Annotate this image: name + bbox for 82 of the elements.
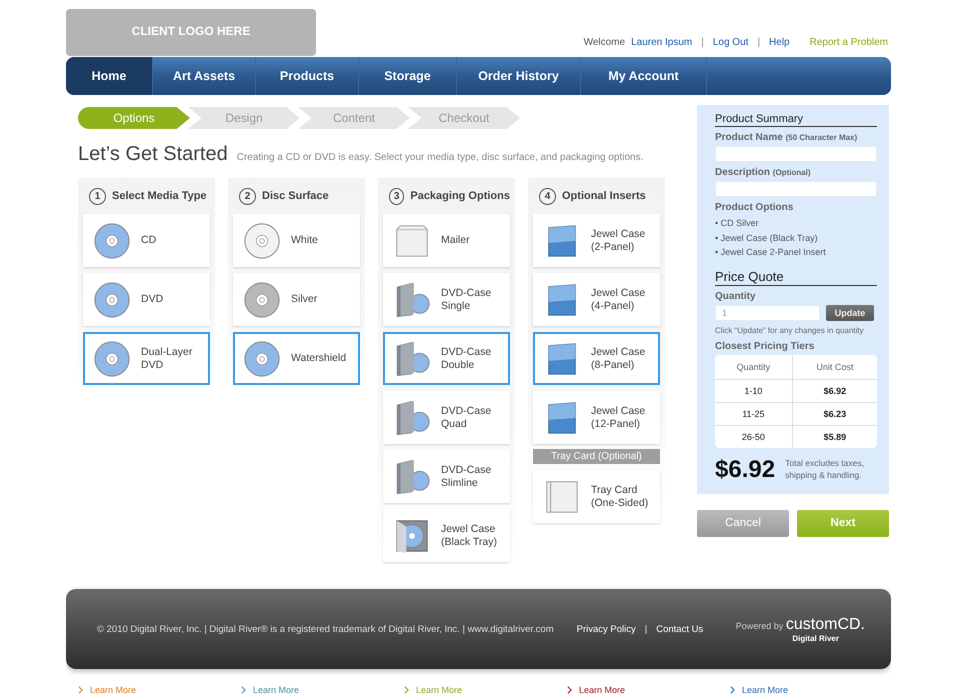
option-card[interactable]: Jewel Case (2-Panel) xyxy=(533,214,660,267)
table-cell: 11-25 xyxy=(715,402,792,425)
update-button[interactable]: Update xyxy=(826,304,874,320)
option-card[interactable]: Mailer xyxy=(383,214,510,267)
description-field[interactable] xyxy=(715,181,877,197)
field-label: Quantity xyxy=(715,290,757,302)
copyright-text: © 2010 Digital River, Inc. | Digital River® is a registered trademark of Digital River, Inc. | www.digitalriver.com xyxy=(97,624,554,634)
field-label: Product Name xyxy=(715,132,783,143)
product-name-field[interactable] xyxy=(715,146,877,162)
privacy-link[interactable]: Privacy Policy xyxy=(576,624,636,634)
field-hint: (Optional) xyxy=(772,168,811,177)
update-note: Click “Update” for any changes in quantity xyxy=(715,326,865,334)
help-link[interactable]: Help xyxy=(769,37,790,48)
brand-logo: customCD. xyxy=(786,616,865,632)
table-cell: 26-50 xyxy=(715,425,792,448)
column-heading: Optional Inserts xyxy=(562,190,646,202)
separator-text: | xyxy=(757,37,760,48)
nav-tab[interactable]: Art Assets xyxy=(153,57,256,95)
option-card[interactable]: CD xyxy=(83,214,210,267)
option-card[interactable]: Jewel Case (Black Tray) xyxy=(383,509,510,562)
separator-text: | xyxy=(701,37,704,48)
total-price: $6.92 xyxy=(715,456,776,484)
table-cell: 1-10 xyxy=(715,379,792,402)
chevron-icon xyxy=(241,686,246,694)
option-card[interactable]: Tray Card (One-Sided) xyxy=(533,470,660,523)
option-item: • Jewel Case (Black Tray) xyxy=(715,232,819,245)
table-cell: $6.92 xyxy=(792,379,877,402)
nav-tab[interactable]: Home xyxy=(66,57,153,95)
option-card[interactable]: DVD-Case Double xyxy=(383,332,510,385)
powered-by-text: Powered by xyxy=(736,620,784,630)
option-card[interactable]: DVD-Case Single xyxy=(383,273,510,326)
chevron-icon xyxy=(78,686,83,694)
option-card[interactable]: Jewel Case (4-Panel) xyxy=(533,273,660,326)
option-card[interactable]: DVD-Case Quad xyxy=(383,391,510,444)
contact-link[interactable]: Contact Us xyxy=(656,624,704,634)
section-label: Tray Card (Optional) xyxy=(533,449,660,464)
table-cell: $5.89 xyxy=(792,425,877,448)
option-card[interactable]: Dual-Layer DVD xyxy=(83,332,210,385)
option-card[interactable]: White xyxy=(233,214,360,267)
section-label: Closest Pricing Tiers xyxy=(715,340,816,352)
table-cell: $6.23 xyxy=(792,402,877,425)
field-hint: (50 Character Max) xyxy=(786,133,858,142)
nav-tab[interactable]: My Account xyxy=(581,57,707,95)
option-card[interactable]: Jewel Case (8-Panel) xyxy=(533,332,660,385)
learn-more-link[interactable]: Learn More xyxy=(730,685,891,695)
page-subtitle: Creating a CD or DVD is easy. Select your media type, disc surface, and packaging options. xyxy=(236,152,644,163)
total-note: Total excludes taxes, shipping & handling. xyxy=(785,458,865,481)
option-item: • Jewel Case 2-Panel Insert xyxy=(715,246,827,259)
logo-text: CLIENT LOGO HERE xyxy=(132,24,250,38)
learn-more-link[interactable]: Learn More xyxy=(567,685,730,695)
page-title: Let’s Get Started xyxy=(78,143,228,166)
chevron-icon xyxy=(567,686,572,694)
column-heading: Select Media Type xyxy=(112,190,207,202)
step-number: 3 xyxy=(389,188,404,204)
column-header: Unit Cost xyxy=(792,354,877,379)
panel-heading: Product Summary xyxy=(715,113,877,127)
section-label: Product Options xyxy=(715,202,794,213)
step-number: 4 xyxy=(539,188,556,204)
option-card[interactable]: DVD-Case Slimline xyxy=(383,450,510,503)
option-card[interactable]: Watershield xyxy=(233,332,360,385)
nav-tab[interactable]: Products xyxy=(256,57,359,95)
column-heading: Disc Surface xyxy=(262,190,329,202)
column-heading: Packaging Options xyxy=(410,190,510,202)
chevron-icon xyxy=(404,686,409,694)
field-label: Description xyxy=(715,167,770,178)
user-link[interactable]: Lauren Ipsum xyxy=(631,37,692,48)
nav-tab[interactable]: Order History xyxy=(457,57,581,95)
welcome-text: Welcome xyxy=(584,37,626,48)
option-item: • CD Silver xyxy=(715,217,760,230)
column-header: Quantity xyxy=(715,354,792,379)
option-card[interactable]: DVD xyxy=(83,273,210,326)
option-card[interactable]: Silver xyxy=(233,273,360,326)
logout-link[interactable]: Log Out xyxy=(712,37,748,48)
separator-text: | xyxy=(644,624,648,634)
brand-subtitle: Digital River xyxy=(792,634,839,642)
nav-tab[interactable]: Storage xyxy=(359,57,457,95)
chevron-icon xyxy=(730,686,735,694)
panel-heading: Price Quote xyxy=(715,268,877,286)
step-number: 2 xyxy=(239,188,256,204)
step-number: 1 xyxy=(89,188,106,204)
option-card[interactable]: Jewel Case (12-Panel) xyxy=(533,391,660,444)
learn-more-link[interactable]: Learn More xyxy=(241,685,404,695)
